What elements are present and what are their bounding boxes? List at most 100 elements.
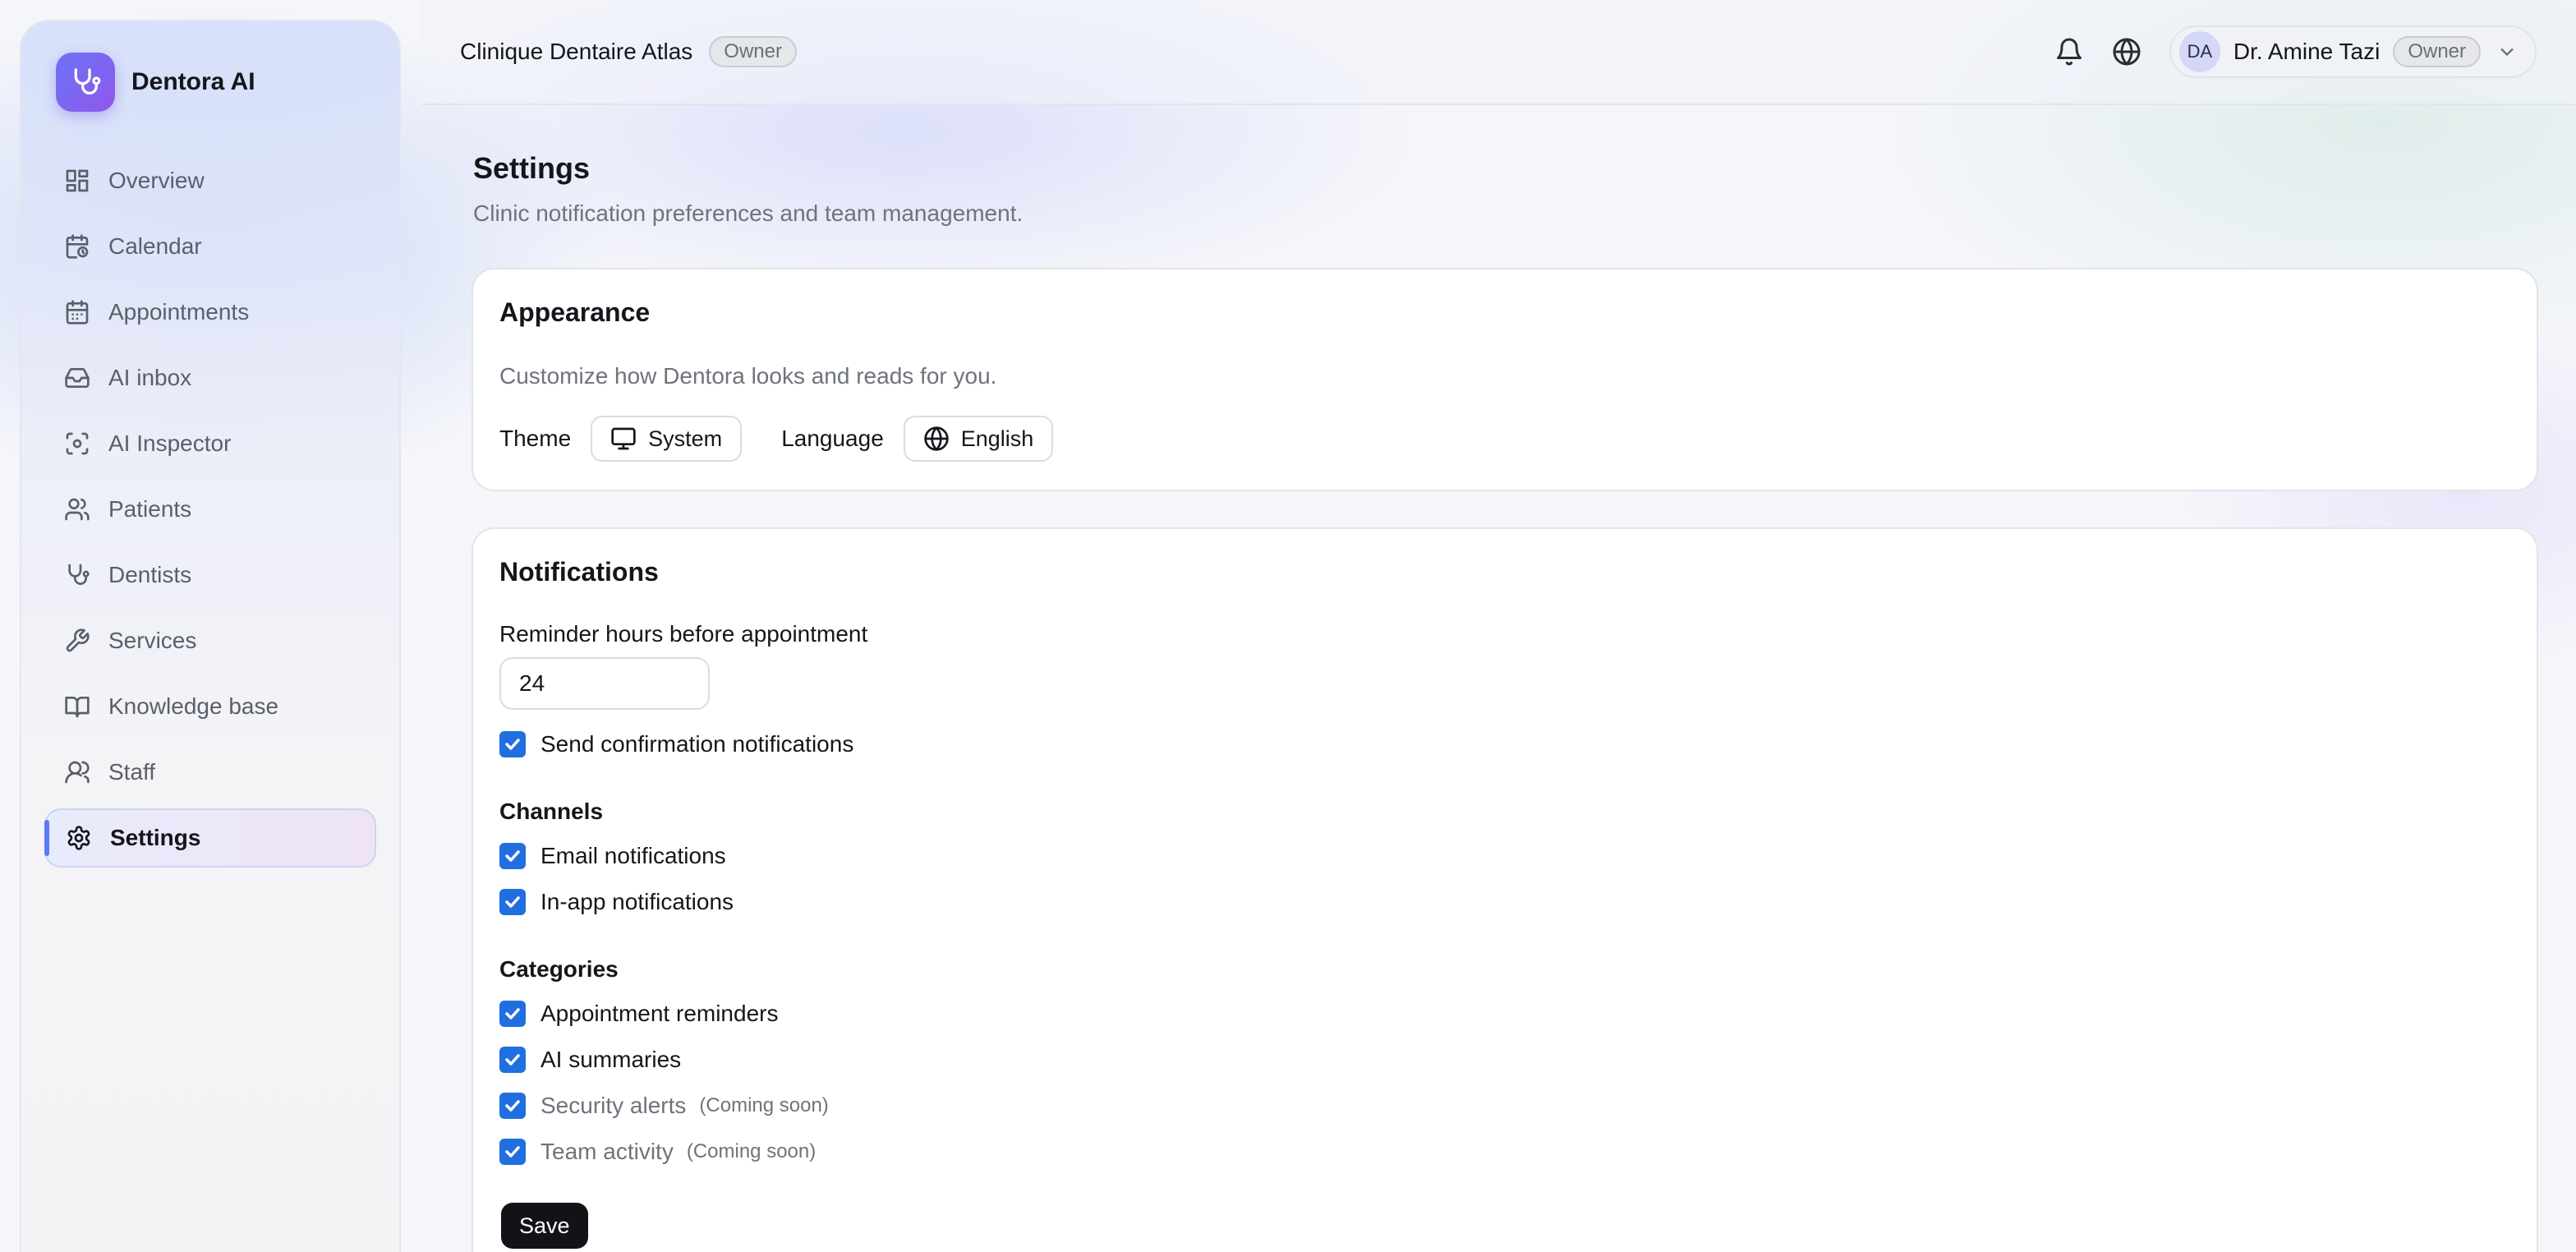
sidebar-nav: Overview Calendar Appointments AI inbox … [44, 151, 376, 874]
page-title: Settings [473, 151, 591, 185]
sidebar-item-services[interactable]: Services [44, 611, 376, 670]
sidebar-item-appointments[interactable]: Appointments [44, 283, 376, 342]
sidebar-item-label: Dentists [108, 562, 192, 587]
brand-name: Dentora AI [131, 68, 255, 95]
bell-icon [2056, 38, 2082, 66]
book-icon [65, 697, 90, 718]
coming-soon-badge: (Coming soon) [699, 1094, 829, 1116]
language-value: English [960, 426, 1034, 451]
sidebar-item-patients[interactable]: Patients [44, 480, 376, 539]
brand[interactable]: Dentora AI [56, 53, 255, 112]
inbox-icon [65, 368, 90, 388]
globe-icon [924, 426, 949, 451]
checkbox-checked[interactable] [499, 731, 526, 757]
notifications-card: Notifications Reminder hours before appo… [472, 527, 2538, 1252]
wrench-icon [66, 628, 90, 652]
coming-soon-badge: (Coming soon) [686, 1140, 816, 1162]
sidebar-item-overview[interactable]: Overview [44, 151, 376, 210]
sidebar-item-label: Overview [108, 168, 205, 193]
sidebar-item-settings[interactable]: Settings [44, 808, 376, 868]
user-role-badge: Owner [2393, 36, 2481, 67]
sidebar-item-label: AI inbox [108, 365, 192, 390]
reminder-hours-label: Reminder hours before appointment [499, 621, 868, 647]
checkbox-checked[interactable] [499, 1047, 526, 1073]
theme-value: System [648, 426, 723, 451]
sidebar-item-label: Calendar [108, 233, 202, 259]
calendar-clock-icon [66, 234, 89, 259]
check-icon [505, 850, 520, 862]
reminder-hours-input[interactable] [499, 657, 710, 710]
check-icon [505, 1054, 520, 1066]
globe-icon [2113, 38, 2141, 66]
gear-icon [67, 826, 90, 850]
checkbox-label: In-app notifications [540, 889, 734, 914]
appearance-card: Appearance Customize how Dentora looks a… [472, 268, 2538, 491]
sidebar-item-ai-inspector[interactable]: AI Inspector [44, 414, 376, 473]
notifications-bell-button[interactable] [2054, 37, 2084, 67]
theme-select[interactable]: System [591, 416, 743, 462]
email-notifications-checkbox[interactable]: Email notifications [499, 843, 726, 869]
sidebar-item-label: Staff [108, 759, 156, 785]
check-icon [505, 1146, 520, 1158]
ai-summaries-checkbox[interactable]: AI summaries [499, 1047, 681, 1073]
check-icon [505, 1100, 520, 1112]
send-confirmation-checkbox[interactable]: Send confirmation notifications [499, 731, 853, 757]
top-header: Clinique Dentaire Atlas Owner DA Dr. Ami… [421, 0, 2576, 105]
user-menu-button[interactable]: DA Dr. Amine Tazi Owner [2169, 25, 2537, 78]
chevron-down-icon [2481, 40, 2518, 63]
header-actions: DA Dr. Amine Tazi Owner [2054, 25, 2537, 78]
monitor-icon [611, 427, 636, 450]
theme-label: Theme [499, 426, 572, 451]
user-name: Dr. Amine Tazi [2233, 39, 2380, 64]
appearance-description: Customize how Dentora looks and reads fo… [499, 363, 997, 389]
overview-icon [66, 169, 89, 192]
appointment-reminders-checkbox[interactable]: Appointment reminders [499, 1001, 778, 1027]
stethoscope-icon [68, 564, 90, 585]
sidebar-item-label: Appointments [108, 299, 250, 325]
team-activity-checkbox[interactable]: Team activity (Coming soon) [499, 1139, 816, 1165]
checkbox-checked[interactable] [499, 1093, 526, 1119]
check-icon [505, 896, 520, 908]
clinic-name: Clinique Dentaire Atlas [460, 39, 693, 64]
checkbox-label: Appointment reminders [540, 1001, 779, 1026]
sidebar-item-dentists[interactable]: Dentists [44, 545, 376, 605]
save-button[interactable]: Save [501, 1203, 588, 1249]
scan-face-icon [66, 432, 89, 455]
categories-heading: Categories [499, 956, 619, 982]
sidebar-item-staff[interactable]: Staff [44, 743, 376, 802]
appearance-title: Appearance [499, 297, 651, 327]
checkbox-checked[interactable] [499, 1139, 526, 1165]
checkbox-checked[interactable] [499, 1001, 526, 1027]
sidebar-item-label: Knowledge base [108, 693, 279, 719]
notifications-title: Notifications [499, 557, 659, 587]
stethoscope-logo-icon [56, 53, 115, 112]
clinic-role-badge: Owner [709, 36, 797, 67]
checkbox-label: Team activity [540, 1139, 674, 1164]
checkbox-label: AI summaries [540, 1047, 682, 1072]
appearance-controls: Theme System Language English [499, 416, 1054, 462]
sidebar-item-label: Settings [110, 825, 201, 850]
checkbox-checked[interactable] [499, 843, 526, 869]
users-icon [65, 498, 90, 521]
check-icon [505, 1008, 520, 1020]
page-subtitle: Clinic notification preferences and team… [473, 200, 1024, 226]
sidebar: Dentora AI Overview Calendar Appointment… [20, 20, 401, 1252]
checkbox-label: Email notifications [540, 843, 726, 868]
language-label: Language [781, 426, 884, 451]
sidebar-item-calendar[interactable]: Calendar [44, 217, 376, 276]
security-alerts-checkbox[interactable]: Security alerts (Coming soon) [499, 1093, 829, 1119]
checkbox-label: Send confirmation notifications [540, 731, 854, 757]
sidebar-item-ai-inbox[interactable]: AI inbox [44, 348, 376, 407]
language-select[interactable]: English [903, 416, 1054, 462]
channels-heading: Channels [499, 799, 604, 824]
checkbox-checked[interactable] [499, 889, 526, 915]
language-globe-button[interactable] [2112, 37, 2141, 67]
check-icon [505, 739, 520, 750]
user-group-icon [65, 761, 90, 784]
calendar-icon [66, 300, 89, 325]
in-app-notifications-checkbox[interactable]: In-app notifications [499, 889, 734, 915]
checkbox-label: Security alerts [540, 1093, 687, 1118]
avatar: DA [2178, 31, 2220, 72]
sidebar-item-label: Services [108, 628, 197, 653]
sidebar-item-knowledge-base[interactable]: Knowledge base [44, 677, 376, 736]
